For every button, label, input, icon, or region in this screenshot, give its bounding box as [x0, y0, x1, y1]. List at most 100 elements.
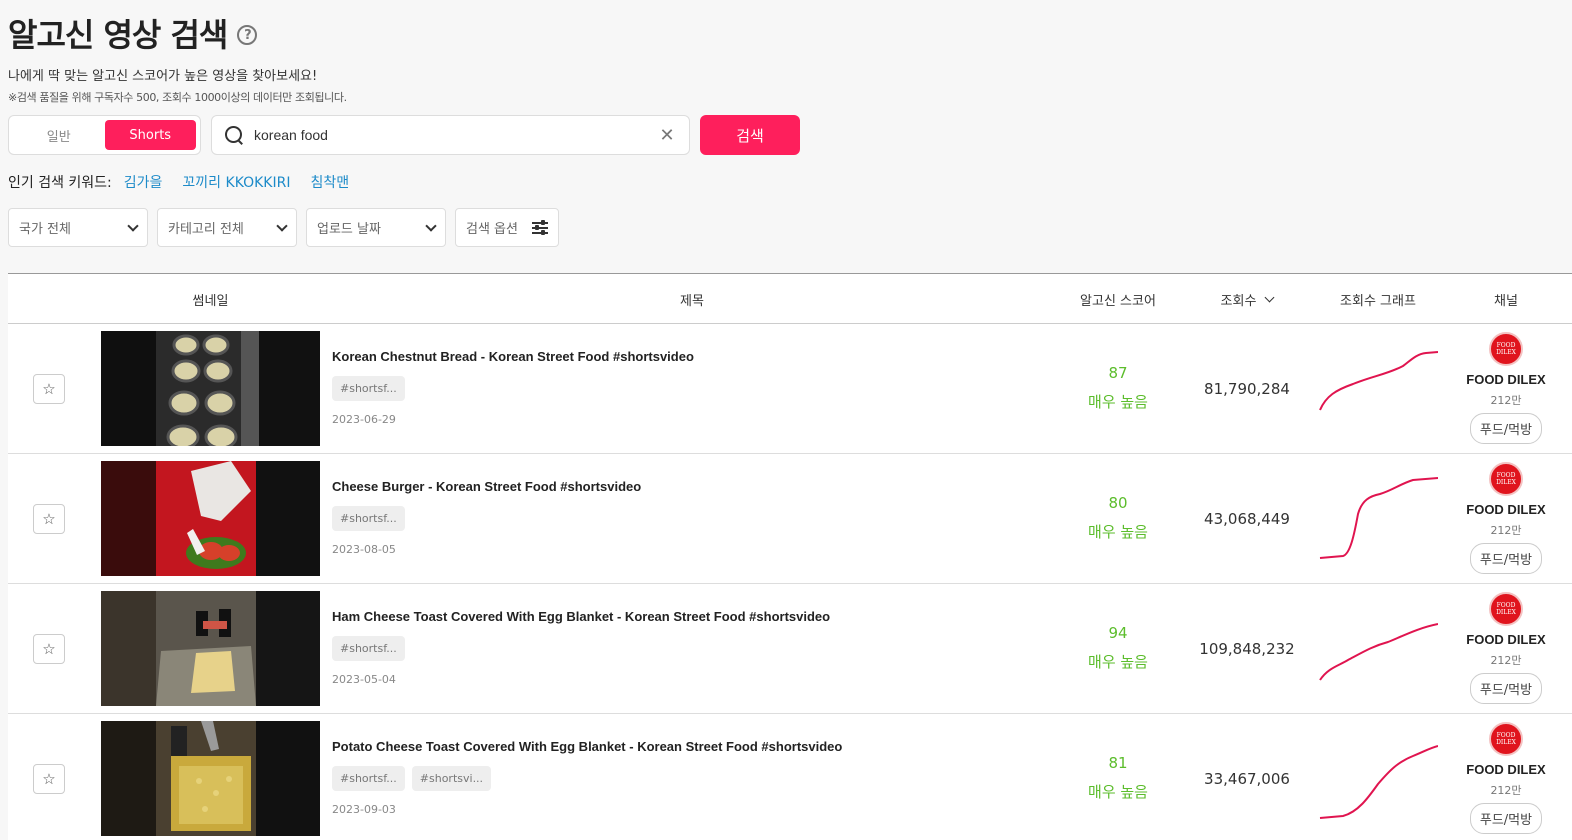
filter-bar: 국가 전체 카테고리 전체 업로드 날짜 검색 옵션 — [8, 208, 559, 247]
upload-date: 2023-08-05 — [332, 543, 396, 556]
channel-name[interactable]: FOOD DILEX — [1466, 502, 1545, 517]
search-box: ✕ — [211, 115, 690, 155]
type-general-button[interactable]: 일반 — [13, 120, 105, 150]
channel-name[interactable]: FOOD DILEX — [1466, 632, 1545, 647]
video-title-link[interactable]: Potato Cheese Toast Covered With Egg Bla… — [332, 739, 842, 754]
favorite-star-icon[interactable]: ☆ — [33, 504, 65, 534]
table-row: ☆ Potato Cheese Toast Covered With Egg B… — [8, 714, 1572, 840]
channel-name[interactable]: FOOD DILEX — [1466, 372, 1545, 387]
channel-logo: FOOD DILEX — [1489, 332, 1523, 366]
favorite-star-icon[interactable]: ☆ — [33, 764, 65, 794]
video-title-link[interactable]: Ham Cheese Toast Covered With Egg Blanke… — [332, 609, 830, 624]
score-level: 매우 높음 — [1088, 523, 1148, 541]
channel-info[interactable]: FOOD DILEX FOOD DILEX 212만 푸드/먹방 — [1448, 332, 1564, 444]
view-count: 43,068,449 — [1204, 510, 1290, 528]
view-count: 81,790,284 — [1204, 380, 1290, 398]
view-graph — [1319, 623, 1438, 681]
view-graph — [1319, 351, 1438, 411]
tag-list: #shortsf... — [332, 376, 405, 401]
popular-keywords-label: 인기 검색 키워드: — [8, 175, 112, 191]
type-shorts-button[interactable]: Shorts — [104, 120, 196, 150]
channel-logo: FOOD DILEX — [1489, 722, 1523, 756]
upload-date: 2023-06-29 — [332, 413, 396, 426]
view-graph — [1319, 477, 1438, 559]
hashtag-chip[interactable]: #shortsvi... — [411, 766, 492, 791]
upload-date: 2023-05-04 — [332, 673, 396, 686]
video-thumbnail[interactable] — [101, 331, 320, 446]
upload-date-filter-dropdown[interactable]: 업로드 날짜 — [306, 208, 446, 247]
search-options-button[interactable]: 검색 옵션 — [455, 208, 559, 247]
score-value: 80 — [1108, 494, 1128, 512]
sliders-icon — [532, 220, 548, 235]
table-row: ☆ Korean Chestnut Bread - Korean Street … — [8, 324, 1572, 454]
video-type-toggle: 일반 Shorts — [8, 115, 201, 155]
video-thumbnail[interactable] — [101, 721, 320, 836]
channel-name[interactable]: FOOD DILEX — [1466, 762, 1545, 777]
country-filter-dropdown[interactable]: 국가 전체 — [8, 208, 148, 247]
search-button[interactable]: 검색 — [700, 115, 800, 155]
score-value: 94 — [1108, 624, 1128, 642]
algosin-score: 80 매우 높음 — [1068, 494, 1168, 542]
page-subtitle: 나에게 딱 맞는 알고신 스코어가 높은 영상을 찾아보세요! — [8, 69, 318, 84]
channel-category-chip[interactable]: 푸드/먹방 — [1469, 413, 1543, 444]
channel-subscribers: 212만 — [1490, 654, 1522, 667]
hashtag-chip[interactable]: #shortsf... — [332, 376, 405, 401]
popular-keyword-link[interactable]: 침착맨 — [310, 172, 349, 192]
video-title-link[interactable]: Korean Chestnut Bread - Korean Street Fo… — [332, 349, 694, 364]
search-icon — [224, 125, 244, 145]
channel-logo: FOOD DILEX — [1489, 462, 1523, 496]
channel-info[interactable]: FOOD DILEX FOOD DILEX 212만 푸드/먹방 — [1448, 592, 1564, 704]
score-level: 매우 높음 — [1088, 653, 1148, 671]
channel-logo: FOOD DILEX — [1489, 592, 1523, 626]
video-thumbnail[interactable] — [101, 461, 320, 576]
score-level: 매우 높음 — [1088, 393, 1148, 411]
country-filter-label: 국가 전체 — [19, 222, 71, 237]
header-title: 제목 — [680, 293, 704, 309]
clear-icon[interactable]: ✕ — [657, 125, 677, 146]
chevron-down-icon — [425, 219, 437, 232]
tag-list: #shortsf... — [332, 636, 405, 661]
channel-subscribers: 212만 — [1490, 784, 1522, 797]
header-views-sort[interactable]: 조회수 — [1188, 274, 1306, 324]
search-input[interactable] — [254, 127, 657, 143]
view-count: 109,848,232 — [1199, 640, 1295, 658]
upload-date: 2023-09-03 — [332, 803, 396, 816]
channel-subscribers: 212만 — [1490, 394, 1522, 407]
algosin-score: 94 매우 높음 — [1068, 624, 1168, 672]
algosin-score: 81 매우 높음 — [1068, 754, 1168, 802]
algosin-score: 87 매우 높음 — [1068, 364, 1168, 412]
help-icon[interactable]: ? — [237, 25, 258, 45]
category-filter-label: 카테고리 전체 — [168, 222, 244, 237]
search-notice: ※검색 품질을 위해 구독자수 500, 조회수 1000이상의 데이터만 조회… — [8, 91, 347, 104]
video-title-link[interactable]: Cheese Burger - Korean Street Food #shor… — [332, 479, 641, 494]
score-value: 87 — [1108, 364, 1128, 382]
channel-info[interactable]: FOOD DILEX FOOD DILEX 212만 푸드/먹방 — [1448, 722, 1564, 834]
tag-list: #shortsf... — [332, 506, 405, 531]
chevron-down-icon — [127, 219, 139, 232]
header-channel: 채널 — [1494, 293, 1518, 309]
table-header: 썸네일 제목 알고신 스코어 조회수 조회수 그래프 채널 — [8, 274, 1572, 324]
hashtag-chip[interactable]: #shortsf... — [332, 766, 405, 791]
channel-info[interactable]: FOOD DILEX FOOD DILEX 212만 푸드/먹방 — [1448, 462, 1564, 574]
hashtag-chip[interactable]: #shortsf... — [332, 506, 405, 531]
favorite-star-icon[interactable]: ☆ — [33, 374, 65, 404]
popular-keyword-link[interactable]: 김가을 — [124, 172, 163, 192]
page-title-text: 알고신 영상 검색 — [8, 16, 228, 54]
page-title: 알고신 영상 검색 ? — [8, 10, 258, 56]
channel-category-chip[interactable]: 푸드/먹방 — [1469, 803, 1543, 834]
favorite-star-icon[interactable]: ☆ — [33, 634, 65, 664]
video-thumbnail[interactable] — [101, 591, 320, 706]
search-options-label: 검색 옵션 — [466, 222, 518, 237]
channel-category-chip[interactable]: 푸드/먹방 — [1469, 543, 1543, 574]
category-filter-dropdown[interactable]: 카테고리 전체 — [157, 208, 297, 247]
header-score[interactable]: 알고신 스코어 — [1068, 274, 1168, 324]
hashtag-chip[interactable]: #shortsf... — [332, 636, 405, 661]
table-row: ☆ Ham Cheese Toast Covered With Egg Blan… — [8, 584, 1572, 714]
popular-keyword-link[interactable]: 꼬끼리 KKOKKIRI — [182, 172, 290, 192]
results-table: 썸네일 제목 알고신 스코어 조회수 조회수 그래프 채널 ☆ Korean C… — [8, 273, 1572, 840]
upload-date-filter-label: 업로드 날짜 — [317, 222, 381, 237]
score-level: 매우 높음 — [1088, 783, 1148, 801]
tag-list: #shortsf... #shortsvi... — [332, 766, 492, 791]
score-value: 81 — [1108, 754, 1128, 772]
channel-category-chip[interactable]: 푸드/먹방 — [1469, 673, 1543, 704]
